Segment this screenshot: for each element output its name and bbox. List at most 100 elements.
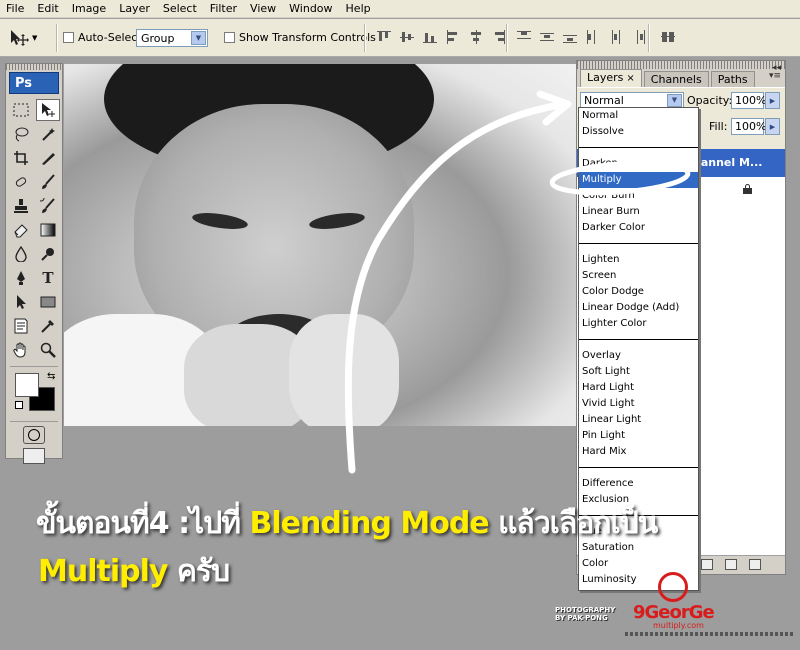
lock-icon <box>743 184 752 194</box>
menu-select[interactable]: Select <box>157 0 204 18</box>
auto-select-checkbox[interactable] <box>63 32 74 43</box>
opacity-input[interactable]: 100% <box>731 92 766 109</box>
eyedropper-tool-icon[interactable] <box>36 315 60 337</box>
ps-logo[interactable]: Ps <box>9 72 59 94</box>
tab-channels[interactable]: Channels <box>643 71 709 87</box>
watermark-line1: PHOTOGRAPHY <box>555 606 616 614</box>
blend-option-hard-mix[interactable]: Hard Mix <box>579 444 698 460</box>
distribute-right-icon[interactable] <box>631 29 647 45</box>
palette-grip[interactable] <box>6 64 62 70</box>
menu-image[interactable]: Image <box>66 0 113 18</box>
tab-paths[interactable]: Paths <box>710 71 755 87</box>
caption-text: ขั้นตอนที่4 :ไปที่ <box>36 506 250 541</box>
fill-input[interactable]: 100% <box>731 118 766 135</box>
align-bottom-icon[interactable] <box>422 29 438 45</box>
path-selection-tool-icon[interactable] <box>9 291 33 313</box>
blend-option-screen[interactable]: Screen <box>579 268 698 284</box>
blend-option-linear-burn[interactable]: Linear Burn <box>579 204 698 220</box>
blend-option-lighter-color[interactable]: Lighter Color <box>579 316 698 332</box>
blend-option-normal[interactable]: Normal <box>579 108 698 124</box>
show-transform-option[interactable]: Show Transform Controls <box>224 31 376 44</box>
show-transform-checkbox[interactable] <box>224 32 235 43</box>
blend-option-multiply[interactable]: Multiply <box>579 172 698 188</box>
clone-stamp-tool-icon[interactable] <box>9 195 33 217</box>
distribute-left-icon[interactable] <box>585 29 601 45</box>
dodge-tool-icon[interactable] <box>36 243 60 265</box>
blend-option-darker-color[interactable]: Darker Color <box>579 220 698 236</box>
type-tool-icon[interactable]: T <box>36 267 60 289</box>
trash-icon[interactable] <box>749 559 761 570</box>
blend-option-darken[interactable]: Darken <box>579 156 698 172</box>
blend-option-hard-light[interactable]: Hard Light <box>579 380 698 396</box>
magic-wand-tool-icon[interactable] <box>36 123 60 145</box>
blend-option-linear-dodge-add[interactable]: Linear Dodge (Add) <box>579 300 698 316</box>
auto-select-value: Group <box>141 31 175 45</box>
blend-option-soft-light[interactable]: Soft Light <box>579 364 698 380</box>
spot-healing-tool-icon[interactable] <box>9 171 33 193</box>
blend-option-overlay[interactable]: Overlay <box>579 348 698 364</box>
notes-tool-icon[interactable] <box>9 315 33 337</box>
document-canvas[interactable] <box>64 64 579 426</box>
blend-option-vivid-light[interactable]: Vivid Light <box>579 396 698 412</box>
default-colors-icon[interactable] <box>15 401 23 409</box>
quick-mask-button[interactable] <box>23 426 45 444</box>
marquee-tool-icon[interactable] <box>9 99 33 121</box>
eraser-tool-icon[interactable] <box>9 219 33 241</box>
swap-colors-icon[interactable]: ⇆ <box>47 371 55 382</box>
distribute-top-icon[interactable] <box>516 29 532 45</box>
new-group-icon[interactable] <box>701 559 713 570</box>
align-hcenter-icon[interactable] <box>468 29 484 45</box>
close-icon[interactable]: × <box>626 73 634 84</box>
brush-tool-icon[interactable] <box>36 171 60 193</box>
panel-grip[interactable] <box>577 61 785 69</box>
menu-window[interactable]: Window <box>283 0 339 18</box>
new-layer-icon[interactable] <box>725 559 737 570</box>
menu-help[interactable]: Help <box>340 0 378 18</box>
move-tool-icon[interactable] <box>36 99 60 121</box>
distribute-vcenter-icon[interactable] <box>539 29 555 45</box>
blur-tool-icon[interactable] <box>9 243 33 265</box>
align-top-icon[interactable] <box>376 29 392 45</box>
align-right-icon[interactable] <box>491 29 507 45</box>
distribute-bottom-icon[interactable] <box>562 29 578 45</box>
tab-layers[interactable]: Layers × <box>580 69 642 87</box>
fill-label: Fill: <box>709 120 728 133</box>
fill-slider-button[interactable]: ▶ <box>765 118 780 135</box>
auto-select-dropdown[interactable]: Group ▼ <box>136 29 208 47</box>
auto-align-layers-icon[interactable] <box>660 29 676 45</box>
photo-hand-right <box>289 314 399 426</box>
gradient-tool-icon[interactable] <box>36 219 60 241</box>
hand-tool-icon[interactable] <box>9 339 33 361</box>
lasso-tool-icon[interactable] <box>9 123 33 145</box>
blend-option-pin-light[interactable]: Pin Light <box>579 428 698 444</box>
blend-option-difference[interactable]: Difference <box>579 476 698 492</box>
blend-option-dissolve[interactable]: Dissolve <box>579 124 698 140</box>
align-left-icon[interactable] <box>445 29 461 45</box>
auto-select-option[interactable]: Auto-Select: <box>63 31 145 44</box>
caption-line-1: ขั้นตอนที่4 :ไปที่ Blending Mode แล้วเลื… <box>36 500 658 547</box>
foreground-color-swatch[interactable] <box>15 373 39 397</box>
blend-option-linear-light[interactable]: Linear Light <box>579 412 698 428</box>
rectangle-tool-icon[interactable] <box>36 291 60 313</box>
zoom-tool-icon[interactable] <box>36 339 60 361</box>
screen-mode-button[interactable] <box>23 448 45 464</box>
menu-layer[interactable]: Layer <box>113 0 157 18</box>
align-vcenter-icon[interactable] <box>399 29 415 45</box>
pen-tool-icon[interactable] <box>9 267 33 289</box>
menu-file[interactable]: File <box>0 0 31 18</box>
blend-option-lighten[interactable]: Lighten <box>579 252 698 268</box>
blend-option-color-burn[interactable]: Color Burn <box>579 188 698 204</box>
tool-preset-picker[interactable]: ▼ <box>8 25 52 51</box>
menu-edit[interactable]: Edit <box>31 0 65 18</box>
history-brush-tool-icon[interactable] <box>36 195 60 217</box>
blend-option-color[interactable]: Color <box>579 556 698 572</box>
slice-tool-icon[interactable] <box>36 147 60 169</box>
menu-view[interactable]: View <box>244 0 283 18</box>
panel-menu-icon[interactable]: ▾≡ <box>769 71 781 81</box>
opacity-slider-button[interactable]: ▶ <box>765 92 780 109</box>
blend-option-color-dodge[interactable]: Color Dodge <box>579 284 698 300</box>
menu-filter[interactable]: Filter <box>204 0 244 18</box>
crop-tool-icon[interactable] <box>9 147 33 169</box>
caption-line-2: Multiply ครับ <box>38 548 230 595</box>
distribute-hcenter-icon[interactable] <box>608 29 624 45</box>
